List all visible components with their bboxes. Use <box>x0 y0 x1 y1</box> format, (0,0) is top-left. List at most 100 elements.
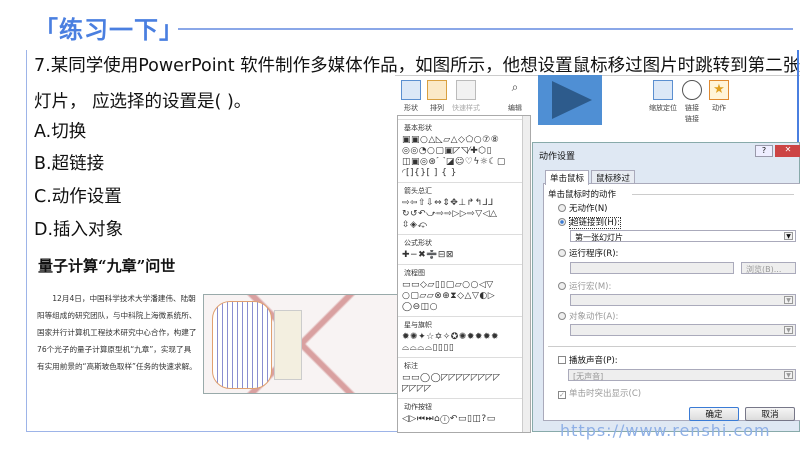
close-button[interactable]: ✕ <box>775 145 800 157</box>
shape-row[interactable]: ▭▭◯◯◸◸◸◸◸◸◸◸ <box>398 373 530 384</box>
quick-style-icon <box>456 80 476 100</box>
links-group-label: 链接 <box>685 115 699 123</box>
group-label: 单击鼠标时的动作 <box>548 190 617 200</box>
radio-no-action[interactable]: 无动作(N) <box>558 202 608 214</box>
option-b: B.超链接 <box>34 154 105 174</box>
shape-row[interactable]: ◜[]{}[ ] { } <box>398 168 530 179</box>
shape-row[interactable]: ⇨⇦⇧⇩⇔⇕✥⊥↱↰⅃⅃ <box>398 198 530 209</box>
chevron-down-icon: ▼ <box>784 296 793 304</box>
chevron-down-icon: ▼ <box>784 371 793 379</box>
radio-icon <box>558 249 566 257</box>
edit-label: 编辑 <box>508 104 522 112</box>
shape-section-label: 标注 <box>398 357 530 373</box>
object-action-label: 对象动作(A): <box>569 312 619 322</box>
sound-select[interactable]: [无声音] ▼ <box>568 369 796 381</box>
shape-row[interactable]: ◁▷⏮⏭⌂ⓘ↶▭▯◫?▭ <box>398 414 530 425</box>
shape-row[interactable]: ◫▣◎⊛⌒◪☺♡ϟ☼☾▢ <box>398 157 530 168</box>
shape-row[interactable]: ↻↺↶⤻⇨⇨▷▷⇨▽◁△ <box>398 209 530 220</box>
shape-row[interactable]: ◎◎◔○▢▣◸◹⁄✚⬡▯ <box>398 146 530 157</box>
zoom-position-button[interactable]: 缩放定位 <box>649 80 677 113</box>
radio-hyperlink[interactable]: 超链接到(H): <box>558 216 621 229</box>
shape-row[interactable]: ⇳◈⤽ <box>398 220 530 231</box>
shape-row[interactable]: ▭▭◇▱▯▯▢▱○○◁▽ <box>398 280 530 291</box>
frame-bottom-border <box>26 431 406 432</box>
shape-label: 形状 <box>404 104 418 112</box>
divider <box>548 346 796 347</box>
run-program-label: 运行程序(R): <box>569 249 619 259</box>
shapes-gallery: 基本形状 ▣▣○△◺▱△◇⬠○⑦⑧ ◎◎◔○▢▣◸◹⁄✚⬡▯ ◫▣◎⊛⌒◪☺♡ϟ☼☾▢… <box>397 115 531 433</box>
quick-style-label: 快速样式 <box>452 104 480 112</box>
quick-style-button[interactable]: 快速样式 <box>450 80 482 113</box>
action-settings-dialog: 动作设置 ? ✕ 单击鼠标 鼠标移过 单击鼠标时的动作 无动作(N) 超链接到(… <box>532 142 800 432</box>
circuit-diagram <box>212 301 272 389</box>
radio-run-program[interactable]: 运行程序(R): <box>558 247 618 259</box>
link-icon <box>682 80 702 100</box>
no-action-label: 无动作(N) <box>569 204 608 214</box>
hyperlink-value: 第一张幻灯片 <box>575 233 623 242</box>
dialog-panel: 单击鼠标时的动作 无动作(N) 超链接到(H): 第一张幻灯片 ▼ 运行程序(R)… <box>543 183 800 421</box>
search-icon: ⌕ <box>511 80 519 94</box>
cancel-button[interactable]: 取消 <box>745 407 795 421</box>
shape-section-label: 基本形状 <box>398 119 530 135</box>
title-divider <box>178 28 793 30</box>
shape-row[interactable]: ⌓⌓⌓⌓▯▯▯▯ <box>398 343 530 354</box>
shape-icon <box>401 80 421 100</box>
section-title: 「练习一下」 <box>34 16 184 44</box>
help-button[interactable]: ? <box>755 145 773 157</box>
tab-mouse-click[interactable]: 单击鼠标 <box>545 170 590 185</box>
radio-icon <box>558 204 566 212</box>
radio-object-action[interactable]: 对象动作(A): <box>558 310 618 322</box>
link-button[interactable]: 链接 <box>680 80 704 113</box>
checkbox-icon <box>558 356 566 364</box>
action-label: 动作 <box>712 104 726 112</box>
shape-row[interactable]: ▣▣○△◺▱△◇⬠○⑦⑧ <box>398 135 530 146</box>
option-d: D.插入对象 <box>34 220 124 240</box>
program-input[interactable] <box>570 262 734 274</box>
shape-row[interactable]: ✚−✖➗⊟⊠ <box>398 250 530 261</box>
hyperlink-label: 超链接到(H): <box>569 217 621 229</box>
browse-button[interactable]: 浏览(B)... <box>741 262 796 274</box>
option-c: C.动作设置 <box>34 187 122 207</box>
option-a: A.切换 <box>34 122 87 142</box>
question-line-1: 7.某同学使用PowerPoint 软件制作多媒体作品，如图所示，他想设置鼠标移… <box>34 56 800 76</box>
object-action-select[interactable]: ▼ <box>570 324 796 336</box>
star-icon: ★ <box>709 80 729 100</box>
question-line-2: 灯片， 应选择的设置是( )。 <box>34 92 252 112</box>
shape-section-label: 流程图 <box>398 264 530 280</box>
frame-left-border <box>26 50 27 432</box>
shape-row[interactable]: ◸◸◸◸ <box>398 384 530 395</box>
tab-mouse-over[interactable]: 鼠标移过 <box>591 170 636 184</box>
circuit-diagram <box>274 310 302 380</box>
action-button[interactable]: ★ 动作 <box>707 80 731 113</box>
group-divider <box>632 194 794 195</box>
shape-row[interactable]: ○▢▱▱⊗⊕⧗◇△▽◐▷ <box>398 291 530 302</box>
chevron-down-icon: ▼ <box>784 326 793 334</box>
quantum-circuit-image[interactable] <box>203 281 405 394</box>
hyperlink-select[interactable]: 第一张幻灯片 ▼ <box>570 230 796 242</box>
article-body: 12月4日，中国科学技术大学潘建伟、陆朝阳等组成的研究团队，与中科院上海微系统所… <box>37 294 197 371</box>
zoom-icon <box>653 80 673 100</box>
edit-button[interactable]: ⌕ 编辑 <box>503 80 527 113</box>
ok-button[interactable]: 确定 <box>689 407 739 421</box>
watermark-url: https://www.renshi.com <box>560 421 771 440</box>
macro-select[interactable]: ▼ <box>570 294 796 306</box>
radio-icon <box>558 312 566 320</box>
check-icon: ✓ <box>558 391 566 399</box>
play-sound-checkbox[interactable]: 播放声音(P): <box>558 354 618 366</box>
radio-icon <box>558 282 566 290</box>
arrange-button[interactable]: 排列 <box>425 80 449 113</box>
highlight-checkbox[interactable]: ✓ 单击时突出显示(C) <box>558 387 641 399</box>
play-button-image[interactable] <box>538 75 602 125</box>
run-macro-label: 运行宏(M): <box>569 282 612 292</box>
shape-row[interactable]: ◯⊖◫○ <box>398 302 530 313</box>
scrollbar[interactable] <box>522 116 530 432</box>
article-title: 量子计算“九章”问世 <box>38 257 176 275</box>
play-sound-label: 播放声音(P): <box>569 356 618 366</box>
shape-section-label: 箭头总汇 <box>398 182 530 198</box>
chevron-down-icon: ▼ <box>784 232 793 240</box>
shape-row[interactable]: ✹✺✦☆✡✧✪✺✹✹✹✹ <box>398 332 530 343</box>
radio-run-macro[interactable]: 运行宏(M): <box>558 280 611 292</box>
shape-section-label: 星与旗帜 <box>398 316 530 332</box>
shape-button[interactable]: 形状 <box>399 80 423 113</box>
sound-value: [无声音] <box>573 372 604 381</box>
